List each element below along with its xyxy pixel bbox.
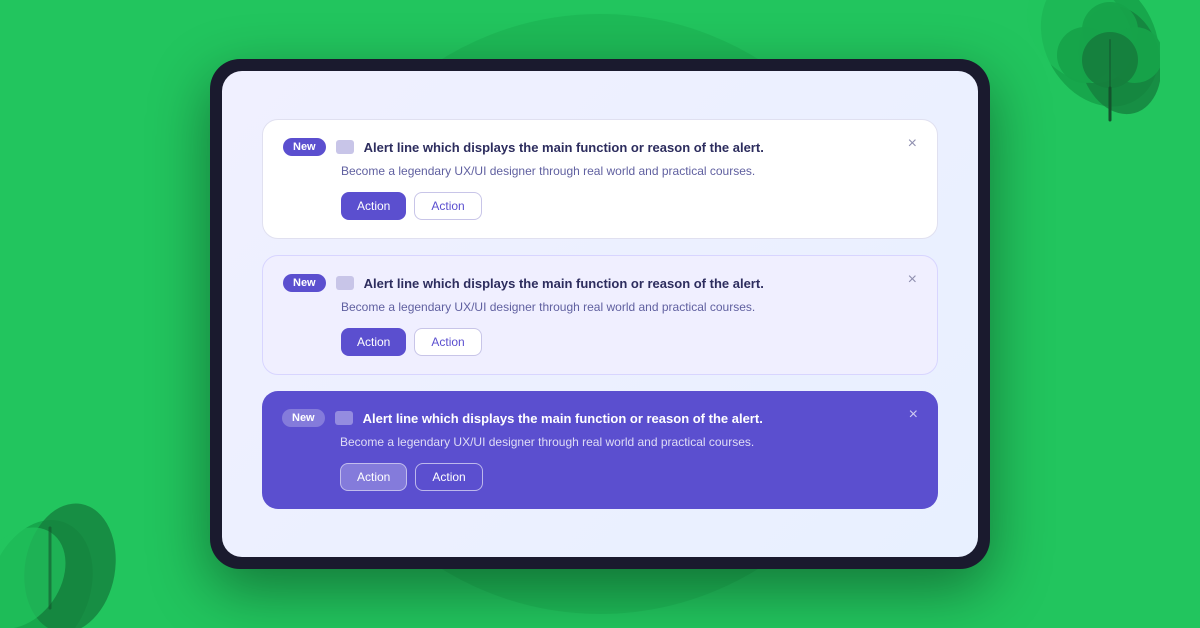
tablet-screen: New Alert line which displays the main f… xyxy=(222,71,978,557)
alert-2-action2-button[interactable]: Action xyxy=(414,328,481,356)
alert-header-3: New Alert line which displays the main f… xyxy=(282,409,918,427)
alert-3-action1-button[interactable]: Action xyxy=(340,463,407,491)
leaf-bottom-left xyxy=(0,428,180,628)
alert-1-close-button[interactable]: × xyxy=(904,136,921,152)
alert-title-3: Alert line which displays the main funct… xyxy=(363,411,918,426)
badge-new-3: New xyxy=(282,409,325,427)
alert-title-2: Alert line which displays the main funct… xyxy=(364,276,917,291)
alert-1-action2-button[interactable]: Action xyxy=(414,192,481,220)
alert-header-1: New Alert line which displays the main f… xyxy=(283,138,917,156)
alert-actions-3: Action Action xyxy=(340,463,918,491)
alert-card-1: New Alert line which displays the main f… xyxy=(262,119,938,239)
alert-2-action1-button[interactable]: Action xyxy=(341,328,406,356)
alert-icon-2 xyxy=(336,276,354,290)
alert-1-action1-button[interactable]: Action xyxy=(341,192,406,220)
alert-body-2: Become a legendary UX/UI designer throug… xyxy=(341,298,917,316)
leaf-top-right xyxy=(960,0,1160,180)
alert-3-action2-button[interactable]: Action xyxy=(415,463,482,491)
alert-3-close-button[interactable]: × xyxy=(905,407,922,423)
tablet-device: New Alert line which displays the main f… xyxy=(210,59,990,569)
alert-icon-1 xyxy=(336,140,354,154)
alert-body-1: Become a legendary UX/UI designer throug… xyxy=(341,162,917,180)
alert-header-2: New Alert line which displays the main f… xyxy=(283,274,917,292)
alert-body-3: Become a legendary UX/UI designer throug… xyxy=(340,433,918,451)
alert-actions-1: Action Action xyxy=(341,192,917,220)
alert-actions-2: Action Action xyxy=(341,328,917,356)
alert-card-2: New Alert line which displays the main f… xyxy=(262,255,938,375)
badge-new-2: New xyxy=(283,274,326,292)
alert-title-1: Alert line which displays the main funct… xyxy=(364,140,917,155)
badge-new-1: New xyxy=(283,138,326,156)
alert-2-close-button[interactable]: × xyxy=(904,272,921,288)
alert-card-3: New Alert line which displays the main f… xyxy=(262,391,938,509)
alert-icon-3 xyxy=(335,411,353,425)
